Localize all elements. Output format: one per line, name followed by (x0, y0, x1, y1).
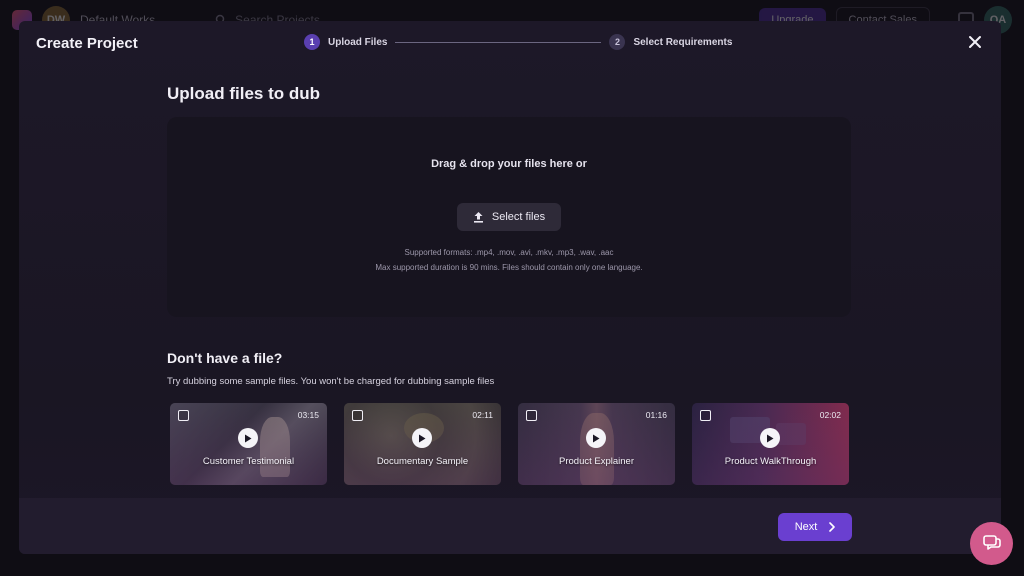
stepper: 1 Upload Files 2 Select Requirements (304, 34, 732, 50)
select-files-label: Select files (491, 211, 546, 223)
sample-label: Documentary Sample (376, 456, 469, 467)
samples-heading: Don't have a file? (167, 350, 283, 366)
sample-card-customer-testimonial[interactable]: 03:15 Customer Testimonial (170, 403, 327, 485)
sample-card-documentary-sample[interactable]: 02:11 Documentary Sample (344, 403, 501, 485)
dropzone-prompt: Drag & drop your files here or (431, 158, 587, 170)
chat-icon (982, 534, 1001, 550)
step-label: Select Requirements (633, 36, 733, 48)
samples-description: Try dubbing some sample files. You won't… (167, 376, 495, 387)
play-icon (593, 434, 600, 442)
play-button[interactable] (760, 428, 780, 448)
close-icon (969, 36, 981, 48)
next-button[interactable]: Next (778, 513, 852, 541)
step-number: 1 (304, 34, 320, 50)
step-number: 2 (609, 34, 626, 50)
max-duration-text: Max supported duration is 90 mins. Files… (375, 263, 643, 272)
play-button[interactable] (238, 428, 258, 448)
modal-title: Create Project (36, 35, 138, 52)
sample-label: Product WalkThrough (724, 456, 817, 467)
play-icon (419, 434, 426, 442)
select-files-button[interactable]: Select files (457, 203, 561, 231)
sample-checkbox[interactable] (700, 410, 711, 421)
sample-label: Product Explainer (559, 456, 634, 467)
step-label: Upload Files (328, 36, 388, 48)
step-select-requirements: 2 Select Requirements (609, 34, 732, 50)
file-dropzone[interactable]: Drag & drop your files here or Select fi… (167, 117, 851, 317)
sample-card-product-explainer[interactable]: 01:16 Product Explainer (518, 403, 675, 485)
step-connector (395, 41, 602, 43)
play-icon (767, 434, 774, 442)
sample-duration: 01:16 (645, 410, 667, 420)
sample-checkbox[interactable] (178, 410, 189, 421)
chevron-right-icon (829, 522, 836, 532)
sample-checkbox[interactable] (352, 410, 363, 421)
upload-icon (473, 212, 483, 223)
create-project-modal: Create Project 1 Upload Files 2 Select R… (19, 21, 1001, 554)
upload-heading: Upload files to dub (167, 84, 320, 103)
chat-support-button[interactable] (970, 522, 1013, 565)
step-upload-files: 1 Upload Files (304, 34, 387, 50)
close-button[interactable] (967, 34, 983, 50)
sample-files-list: 03:15 Customer Testimonial 02:11 Documen… (170, 403, 849, 485)
sample-card-product-walkthrough[interactable]: 02:02 Product WalkThrough (692, 403, 849, 485)
play-button[interactable] (412, 428, 432, 448)
play-icon (245, 434, 252, 442)
sample-checkbox[interactable] (526, 410, 537, 421)
supported-formats-text: Supported formats: .mp4, .mov, .avi, .mk… (404, 248, 614, 257)
next-label: Next (794, 521, 818, 533)
modal-footer: Next (19, 498, 1001, 554)
play-button[interactable] (586, 428, 606, 448)
sample-duration: 03:15 (297, 410, 319, 420)
sample-duration: 02:11 (472, 410, 493, 420)
sample-duration: 02:02 (819, 410, 841, 420)
sample-label: Customer Testimonial (202, 456, 295, 467)
